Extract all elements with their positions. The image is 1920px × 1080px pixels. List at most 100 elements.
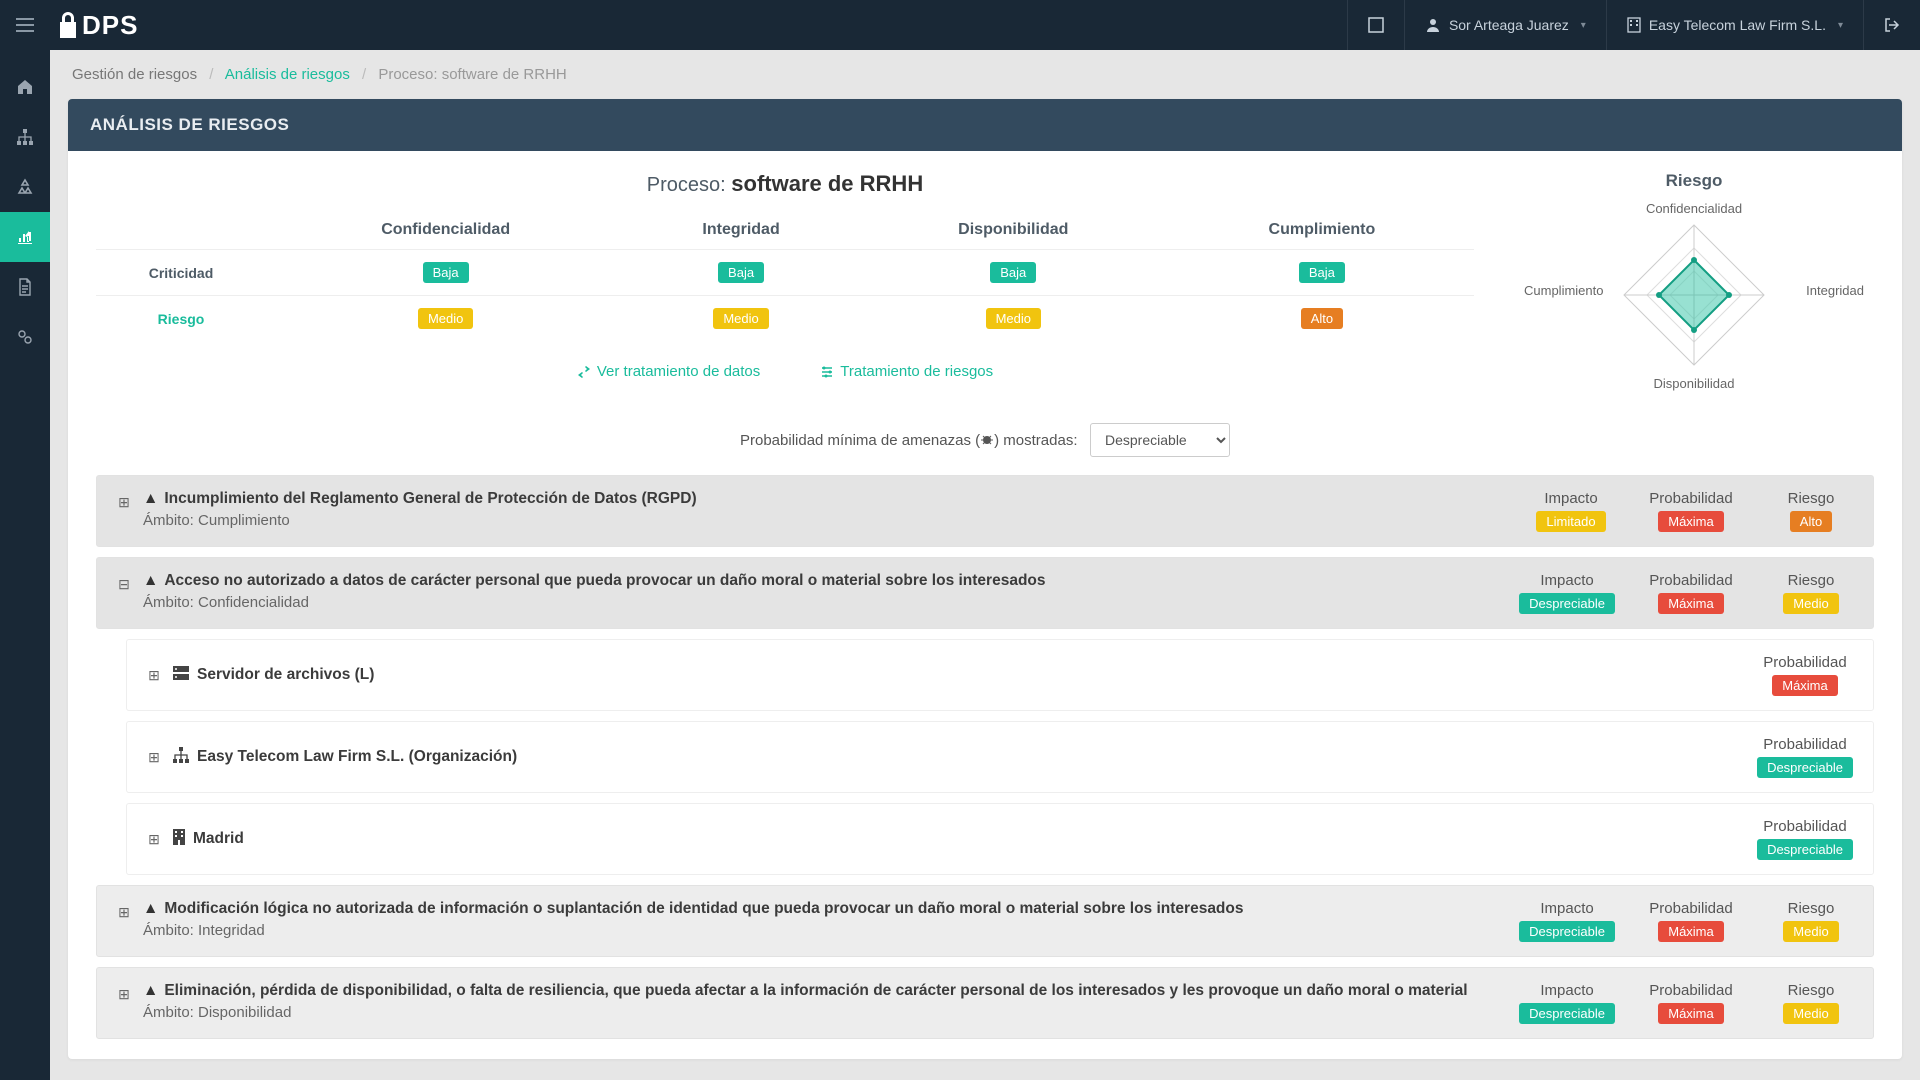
- asset-title: Easy Telecom Law Firm S.L. (Organización…: [173, 747, 1755, 768]
- badge-impacto: Despreciable: [1519, 1003, 1615, 1024]
- expand-toggle[interactable]: ⊞: [115, 985, 133, 1003]
- metric-label-prob: Probabilidad: [1647, 572, 1735, 589]
- nav-structure[interactable]: [0, 112, 50, 162]
- chart-axis-cump: Cumplimiento: [1524, 283, 1603, 298]
- metric-label-prob: Probabilidad: [1755, 818, 1855, 835]
- user-icon: [1425, 17, 1441, 33]
- expand-toggle[interactable]: ⊞: [145, 830, 163, 848]
- badge-crit-cump: Baja: [1299, 262, 1345, 283]
- threat-scope: Ámbito: Disponibilidad: [143, 1004, 1519, 1021]
- row-criticidad: Criticidad: [96, 250, 266, 296]
- metric-label-prob: Probabilidad: [1755, 736, 1855, 753]
- expand-toggle[interactable]: ⊞: [115, 493, 133, 511]
- link-ver-tratamiento-datos[interactable]: Ver tratamiento de datos: [577, 363, 760, 380]
- col-confidencialidad: Confidencialidad: [266, 211, 625, 250]
- nav-home[interactable]: [0, 62, 50, 112]
- threat-scope: Ámbito: Integridad: [143, 922, 1519, 939]
- badge-riesgo-disp: Medio: [986, 308, 1041, 329]
- threat-row: ⊞ ▲Incumplimiento del Reglamento General …: [96, 475, 1874, 547]
- threat-row: ⊞▲Modificación lógica no autorizada de i…: [96, 885, 1874, 957]
- nav-cycle[interactable]: [0, 162, 50, 212]
- home-icon: [16, 78, 34, 96]
- topbar: DPS Sor Arteaga Juarez ▾ Easy Telecom La…: [0, 0, 1920, 50]
- metric-label-impacto: Impacto: [1519, 572, 1615, 589]
- expand-toggle[interactable]: ⊞: [145, 748, 163, 766]
- breadcrumb-current: Proceso: software de RRHH: [378, 66, 566, 83]
- nav-settings[interactable]: [0, 312, 50, 362]
- warning-icon: ▲: [143, 572, 158, 589]
- user-menu[interactable]: Sor Arteaga Juarez ▾: [1404, 0, 1606, 50]
- sidebar: [0, 50, 50, 1080]
- metric-label-impacto: Impacto: [1519, 900, 1615, 917]
- org-name: Easy Telecom Law Firm S.L.: [1649, 17, 1826, 33]
- sliders-icon: [820, 365, 834, 379]
- exchange-icon: [577, 365, 591, 379]
- badge-prob: Máxima: [1658, 921, 1724, 942]
- prob-filter-select[interactable]: Despreciable: [1090, 423, 1230, 457]
- col-cumplimiento: Cumplimiento: [1170, 211, 1474, 250]
- expand-toggle[interactable]: ⊟: [115, 575, 133, 593]
- main-content: Gestión de riesgos / Análisis de riesgos…: [50, 50, 1920, 1080]
- badge-prob: Máxima: [1658, 1003, 1724, 1024]
- nav-docs[interactable]: [0, 262, 50, 312]
- badge-crit-integ: Baja: [718, 262, 764, 283]
- badge-impacto: Despreciable: [1519, 921, 1615, 942]
- expand-toggle[interactable]: ⊞: [145, 666, 163, 684]
- warning-icon: ▲: [143, 490, 158, 507]
- row-riesgo: Riesgo: [96, 296, 266, 342]
- sitemap-icon: [16, 128, 34, 146]
- chart-icon: [16, 228, 34, 246]
- asset-title: Madrid: [173, 829, 1755, 850]
- chart-axis-integ: Integridad: [1806, 283, 1864, 298]
- topbar-app-switch[interactable]: [1347, 0, 1404, 50]
- hamburger-menu-icon[interactable]: [0, 0, 50, 50]
- breadcrumb-root[interactable]: Gestión de riesgos: [72, 66, 197, 83]
- metric-label-riesgo: Riesgo: [1767, 572, 1855, 589]
- warning-icon: ▲: [143, 982, 158, 999]
- panel-title: ANÁLISIS DE RIESGOS: [68, 99, 1902, 151]
- metric-label-riesgo: Riesgo: [1767, 900, 1855, 917]
- badge-crit-disp: Baja: [990, 262, 1036, 283]
- chart-axis-conf: Confidencialidad: [1646, 201, 1742, 216]
- threat-row: ⊞ ▲Eliminación, pérdida de disponibilidad…: [96, 967, 1874, 1039]
- asset-row: ⊞ MadridProbabilidad Despreciable: [126, 803, 1874, 875]
- threat-row: ⊟ ▲Acceso no autorizado a datos de caráct…: [96, 557, 1874, 629]
- breadcrumb: Gestión de riesgos / Análisis de riesgos…: [68, 50, 1902, 99]
- badge-riesgo-cump: Alto: [1301, 308, 1343, 329]
- recycle-icon: [16, 178, 34, 196]
- chevron-down-icon: ▾: [1838, 20, 1843, 31]
- threat-scope: Ámbito: Cumplimiento: [143, 512, 1527, 529]
- threat-scope: Ámbito: Confidencialidad: [143, 594, 1519, 611]
- asset-row: ⊞ Easy Telecom Law Firm S.L. (Organizació…: [126, 721, 1874, 793]
- risk-radar-chart: Confidencialidad Integridad Disponibilid…: [1524, 195, 1864, 395]
- metric-label-prob: Probabilidad: [1647, 900, 1735, 917]
- lock-icon: [58, 12, 78, 38]
- prob-filter: Probabilidad mínima de amenazas () mostr…: [96, 423, 1874, 457]
- org-menu[interactable]: Easy Telecom Law Firm S.L. ▾: [1606, 0, 1863, 50]
- logout-icon: [1884, 17, 1900, 33]
- metric-label-riesgo: Riesgo: [1767, 490, 1855, 507]
- badge-riesgo: Medio: [1783, 1003, 1838, 1024]
- brand-logo[interactable]: DPS: [50, 10, 138, 41]
- badge-riesgo: Medio: [1783, 921, 1838, 942]
- threat-title: ▲Acceso no autorizado a datos de carácte…: [143, 572, 1519, 590]
- badge-crit-conf: Baja: [423, 262, 469, 283]
- metric-label-prob: Probabilidad: [1647, 982, 1735, 999]
- badge-prob: Máxima: [1658, 511, 1724, 532]
- nav-analysis[interactable]: [0, 212, 50, 262]
- logout-button[interactable]: [1863, 0, 1920, 50]
- link-tratamiento-riesgos[interactable]: Tratamiento de riesgos: [820, 363, 993, 380]
- threat-title: ▲Eliminación, pérdida de disponibilidad,…: [143, 982, 1519, 1000]
- badge-prob: Máxima: [1772, 675, 1838, 696]
- org-icon: [173, 747, 189, 768]
- breadcrumb-link[interactable]: Análisis de riesgos: [225, 66, 350, 83]
- metric-label-prob: Probabilidad: [1755, 654, 1855, 671]
- threat-title: ▲Incumplimiento del Reglamento General d…: [143, 490, 1527, 508]
- badge-riesgo-conf: Medio: [418, 308, 473, 329]
- badge-prob: Despreciable: [1757, 839, 1853, 860]
- building-icon: [173, 829, 185, 850]
- expand-toggle[interactable]: ⊞: [115, 903, 133, 921]
- window-icon: [1368, 17, 1384, 33]
- col-disponibilidad: Disponibilidad: [857, 211, 1170, 250]
- metric-label-prob: Probabilidad: [1647, 490, 1735, 507]
